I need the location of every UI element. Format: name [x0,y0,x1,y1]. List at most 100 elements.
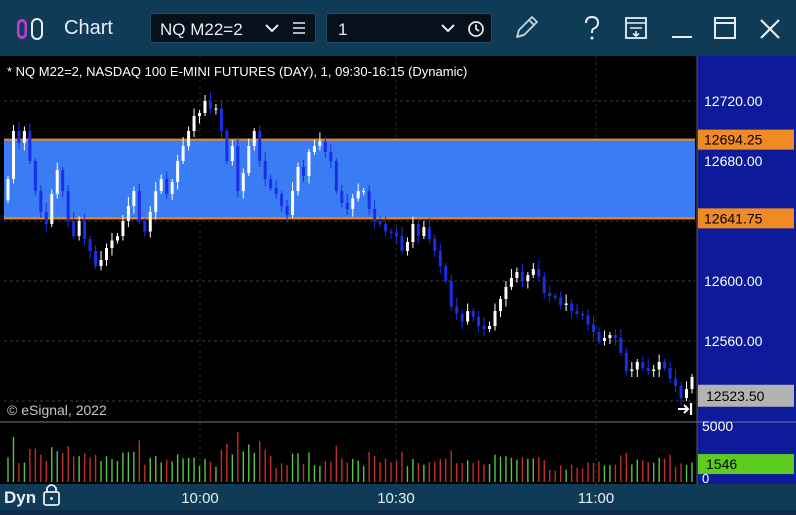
candle-body [307,152,311,176]
price-tick-label: 12600.00 [704,273,763,289]
candle-body [466,311,470,322]
candle-body [438,251,442,266]
help-icon[interactable] [582,15,602,41]
candle-body [570,303,574,311]
candle-body [110,240,114,248]
candle-body [274,188,278,194]
candle-body [641,362,645,368]
template-icon[interactable] [624,16,648,40]
candle-body [389,231,393,233]
candle-body [685,389,689,398]
candle-body [433,239,437,251]
band-upper-badge: 12694.25 [704,132,763,148]
candle-body [575,311,579,314]
candle-body [72,221,76,236]
interval-value: 1 [338,20,348,39]
chevron-down-icon[interactable] [265,23,279,33]
candle-body [198,113,202,116]
candle-body [28,131,32,161]
candle-body [668,368,672,379]
candle-body [504,287,508,299]
candle-body [285,206,289,215]
interval-selector[interactable]: 1 [326,13,492,43]
candle-body [509,278,513,287]
candle-body [301,167,305,176]
price-chart[interactable]: 12720.00 12680.00 12600.00 12560.00 12694.25… [0,56,796,510]
candle-body [351,198,355,209]
candle-body [143,221,147,232]
candle-body [115,236,119,241]
band-lower-badge: 12641.75 [704,210,763,226]
candle-body [340,191,344,203]
time-tick-label: 10:30 [377,490,415,507]
candle-body [225,131,229,161]
chart-window: Chart NQ M22=2 1 12720.00 12680.00 12600… [0,0,796,510]
candle-body [455,306,459,314]
candle-body [55,170,59,194]
candle-body [94,251,98,266]
candle-body [39,191,43,212]
candle-body [99,260,103,266]
candle-body [422,227,426,236]
close-icon[interactable] [759,18,781,40]
candle-body [329,152,333,161]
candle-body [137,191,141,221]
candle-body [88,239,92,251]
symbol-selector[interactable]: NQ M22=2 [150,13,316,43]
candle-body [50,194,54,224]
title-bar: Chart NQ M22=2 1 [0,0,796,56]
candle-body [635,362,639,370]
list-icon[interactable] [292,22,306,34]
candle-body [624,353,628,371]
candle-body [356,191,360,199]
volume-current-label: 1546 [706,456,737,472]
window-title: Chart [64,17,113,39]
candle-body [252,131,256,146]
chevron-down-icon[interactable] [441,23,455,33]
candle-body [608,335,612,338]
candle-body [542,276,546,293]
candle-body [312,146,316,152]
chart-area[interactable]: 12720.00 12680.00 12600.00 12560.00 12694.25… [0,56,796,510]
dynamic-mode-label[interactable]: Dyn [4,488,36,507]
price-tick-label: 12560.00 [704,333,763,349]
volume-min-label: 0 [702,471,709,486]
price-band [4,139,695,219]
candle-body [679,386,683,398]
copyright-text: © eSignal, 2022 [7,402,107,418]
candle-body [559,297,563,305]
price-band-layer [4,138,695,220]
candle-body [6,179,10,200]
candle-body [405,242,409,251]
candle-body [488,326,492,329]
candle-body [33,161,37,191]
candle-body [460,314,464,322]
candle-body [258,131,262,161]
candle-body [208,101,212,109]
candle-body [581,314,585,316]
candle-body [318,141,322,146]
candle-body [597,332,601,341]
candle-body [400,236,404,251]
candle-body [515,272,519,278]
maximize-icon[interactable] [714,17,736,39]
candle-body [373,209,377,221]
pencil-icon[interactable] [510,12,542,44]
minimize-icon[interactable] [671,35,693,39]
candle-body [148,212,152,232]
candle-body [592,324,596,332]
candle-body [427,227,431,239]
candle-body [132,191,136,206]
candle-body [17,131,21,143]
candle-body [411,224,415,242]
candle-body [384,224,388,232]
candle-body [83,221,87,239]
candle-body [471,311,475,317]
price-axis[interactable] [697,56,796,422]
candle-body [121,221,125,236]
candle-body [444,266,448,281]
candle-body [203,101,207,113]
candle-body [334,161,338,191]
candle-body [11,131,15,179]
clock-icon[interactable] [467,20,485,38]
